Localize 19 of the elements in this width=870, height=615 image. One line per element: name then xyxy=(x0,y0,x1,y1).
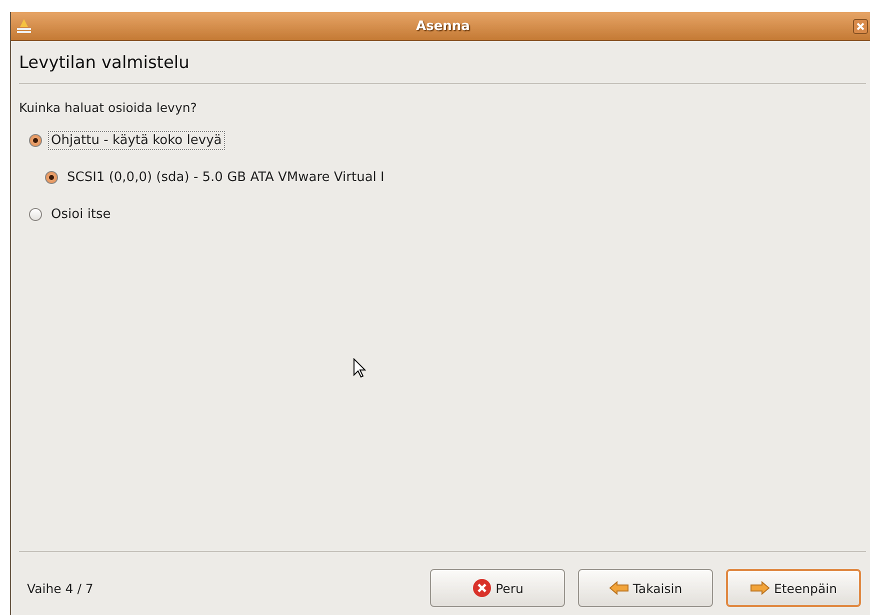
step-counter: Vaihe 4 / 7 xyxy=(27,580,94,596)
close-icon[interactable] xyxy=(853,18,868,34)
page-heading: Levytilan valmistelu xyxy=(19,52,190,75)
forward-button[interactable]: Eteenpäin xyxy=(726,569,861,607)
installer-icon xyxy=(15,17,33,35)
back-button[interactable]: Takaisin xyxy=(578,569,713,607)
window-title: Asenna xyxy=(416,18,470,34)
option-label[interactable]: Ohjattu - käytä koko levyä xyxy=(48,131,225,150)
radio-button[interactable] xyxy=(45,171,58,184)
left-arrow-icon xyxy=(608,581,629,595)
option-label[interactable]: Osioi itse xyxy=(48,205,114,224)
right-arrow-icon xyxy=(750,581,770,595)
option-label[interactable]: SCSI1 (0,0,0) (sda) - 5.0 GB ATA VMware Virtual I xyxy=(64,168,388,187)
radio-button[interactable] xyxy=(29,208,42,221)
cancel-icon xyxy=(472,578,492,598)
question-text: Kuinka haluat osioida levyn? xyxy=(19,100,198,115)
radio-button[interactable] xyxy=(29,134,42,147)
mouse-pointer-icon xyxy=(353,358,367,378)
cancel-button[interactable]: Peru xyxy=(430,569,565,607)
